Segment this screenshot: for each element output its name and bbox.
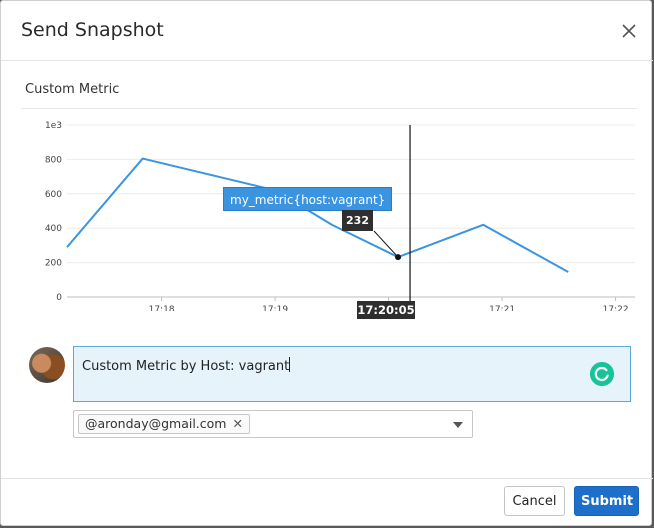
cancel-button[interactable]: Cancel: [504, 486, 565, 516]
text-cursor: [289, 357, 291, 372]
graph-title: Custom Metric: [25, 82, 120, 97]
x-tick-label: 17:19: [262, 305, 288, 311]
hovered-point: [395, 254, 402, 261]
footer-divider: [1, 478, 653, 479]
message-input[interactable]: Custom Metric by Host: vagrant: [73, 346, 631, 402]
recipients-select[interactable]: @aronday@gmail.com ✕: [73, 410, 473, 438]
recipient-chip: @aronday@gmail.com ✕: [78, 414, 250, 434]
x-tick-label: 17:22: [603, 305, 629, 311]
y-tick-label: 0: [56, 293, 62, 303]
grammarly-icon[interactable]: [590, 362, 614, 386]
series-line: [66, 157, 569, 273]
x-tick-label: 17:18: [149, 305, 175, 311]
header-divider: [1, 60, 653, 61]
y-tick-label: 1e3: [45, 121, 62, 131]
tooltip-time: 17:20:05: [357, 301, 415, 319]
chevron-down-icon[interactable]: [453, 422, 463, 428]
y-tick-label: 800: [45, 155, 62, 165]
message-text: Custom Metric by Host: vagrant: [82, 359, 290, 374]
dialog-title: Send Snapshot: [21, 19, 164, 41]
close-icon[interactable]: [615, 17, 643, 45]
y-tick-label: 600: [45, 190, 62, 200]
x-tick-label: 17:21: [489, 305, 515, 311]
tooltip-connector: [373, 230, 399, 258]
tooltip-series-name: my_metric{host:vagrant}: [223, 187, 393, 211]
graph-title-divider: [21, 108, 637, 109]
recipient-label: @aronday@gmail.com: [85, 416, 227, 431]
submit-button[interactable]: Submit: [574, 486, 639, 516]
y-tick-label: 200: [45, 259, 62, 269]
avatar: [29, 347, 65, 383]
remove-icon[interactable]: ✕: [232, 416, 242, 431]
send-snapshot-dialog: Send Snapshot Custom Metric 0 200 400 600 80…: [0, 0, 653, 526]
y-tick-label: 400: [45, 224, 62, 234]
tooltip-value: 232: [342, 210, 373, 231]
